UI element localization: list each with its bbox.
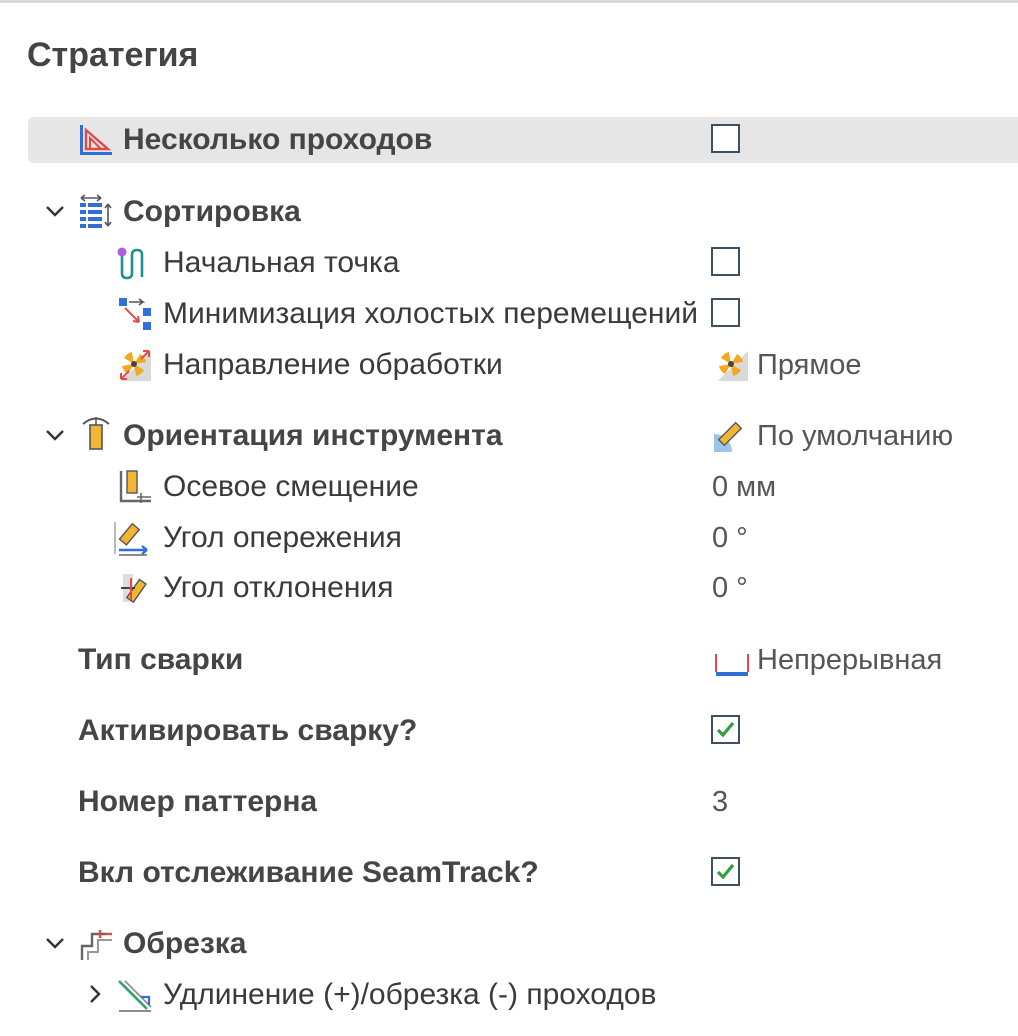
direction-value-icon <box>714 347 750 383</box>
row-lead-angle[interactable]: Угол опережения 0 ° <box>0 513 1018 563</box>
lead-angle-icon <box>113 520 149 556</box>
checkmark-icon <box>716 721 735 738</box>
row-multi-pass[interactable]: Несколько проходов <box>0 115 1018 165</box>
pattern-number-value[interactable]: 3 <box>712 777 728 827</box>
lead-angle-label: Угол опережения <box>163 521 402 554</box>
tool-orientation-icon <box>78 415 114 451</box>
row-axial-offset[interactable]: Осевое смещение 0 мм <box>0 462 1018 512</box>
default-orientation-icon <box>712 418 748 454</box>
activate-weld-checkbox[interactable] <box>711 715 740 744</box>
tilt-angle-label: Угол отклонения <box>163 571 394 604</box>
sorting-label: Сортировка <box>123 195 301 228</box>
chevron-down-icon[interactable] <box>44 932 66 954</box>
row-tool-orientation[interactable]: Ориентация инструмента По умолчанию <box>0 411 1018 461</box>
min-idle-checkbox[interactable] <box>711 298 740 327</box>
multi-pass-checkbox[interactable] <box>711 124 740 153</box>
axial-offset-value[interactable]: 0 мм <box>712 462 776 512</box>
chevron-right-icon[interactable] <box>84 983 106 1005</box>
pattern-number-label: Номер паттерна <box>78 785 318 818</box>
row-weld-type[interactable]: Тип сварки Непрерывная <box>0 635 1018 685</box>
chevron-down-icon[interactable] <box>44 200 66 222</box>
row-trim[interactable]: Обрезка <box>0 919 1018 969</box>
row-direction[interactable]: Направление обработки Прямое <box>0 340 1018 390</box>
checkmark-icon <box>716 863 735 880</box>
row-min-idle[interactable]: Минимизация холостых перемещений <box>0 289 1018 339</box>
weld-type-value[interactable]: Непрерывная <box>757 635 942 685</box>
continuous-weld-icon <box>714 642 750 678</box>
activate-weld-label: Активировать сварку? <box>78 714 418 747</box>
multi-pass-icon <box>78 122 114 158</box>
multi-pass-label: Несколько проходов <box>123 123 433 156</box>
sorting-icon <box>78 194 114 230</box>
trim-label: Обрезка <box>123 927 247 960</box>
direction-label: Направление обработки <box>163 348 503 381</box>
row-seamtrack[interactable]: Вкл отслеживание SeamTrack? <box>0 848 1018 898</box>
row-start-point[interactable]: Начальная точка <box>0 238 1018 288</box>
seamtrack-checkbox[interactable] <box>711 857 740 886</box>
tilt-angle-icon <box>117 570 153 606</box>
axial-offset-label: Осевое смещение <box>163 470 419 503</box>
axial-offset-icon <box>117 469 153 505</box>
min-idle-label: Минимизация холостых перемещений <box>163 297 696 330</box>
top-divider <box>0 0 1018 3</box>
row-pattern-number[interactable]: Номер паттерна 3 <box>0 777 1018 827</box>
row-tilt-angle[interactable]: Угол отклонения 0 ° <box>0 563 1018 613</box>
tilt-angle-value[interactable]: 0 ° <box>712 563 748 613</box>
panel-title: Стратегия <box>27 36 199 74</box>
tool-orientation-value[interactable]: По умолчанию <box>757 411 953 461</box>
trim-icon <box>78 926 114 962</box>
weld-type-label: Тип сварки <box>78 643 244 676</box>
start-point-checkbox[interactable] <box>711 247 740 276</box>
start-point-label: Начальная точка <box>163 246 400 279</box>
extend-trim-label: Удлинение (+)/обрезка (-) проходов <box>163 978 657 1011</box>
row-sorting[interactable]: Сортировка <box>0 187 1018 237</box>
start-point-icon <box>117 245 153 281</box>
lead-angle-value[interactable]: 0 ° <box>712 513 748 563</box>
row-extend-trim[interactable]: Удлинение (+)/обрезка (-) проходов <box>0 970 1018 1020</box>
row-activate-weld[interactable]: Активировать сварку? <box>0 706 1018 756</box>
direction-value[interactable]: Прямое <box>757 340 862 390</box>
seamtrack-label: Вкл отслеживание SeamTrack? <box>78 856 539 889</box>
chevron-down-icon[interactable] <box>44 424 66 446</box>
extend-trim-icon <box>117 977 153 1013</box>
direction-icon <box>117 347 153 383</box>
tool-orientation-label: Ориентация инструмента <box>123 419 503 452</box>
min-idle-icon <box>117 296 153 332</box>
